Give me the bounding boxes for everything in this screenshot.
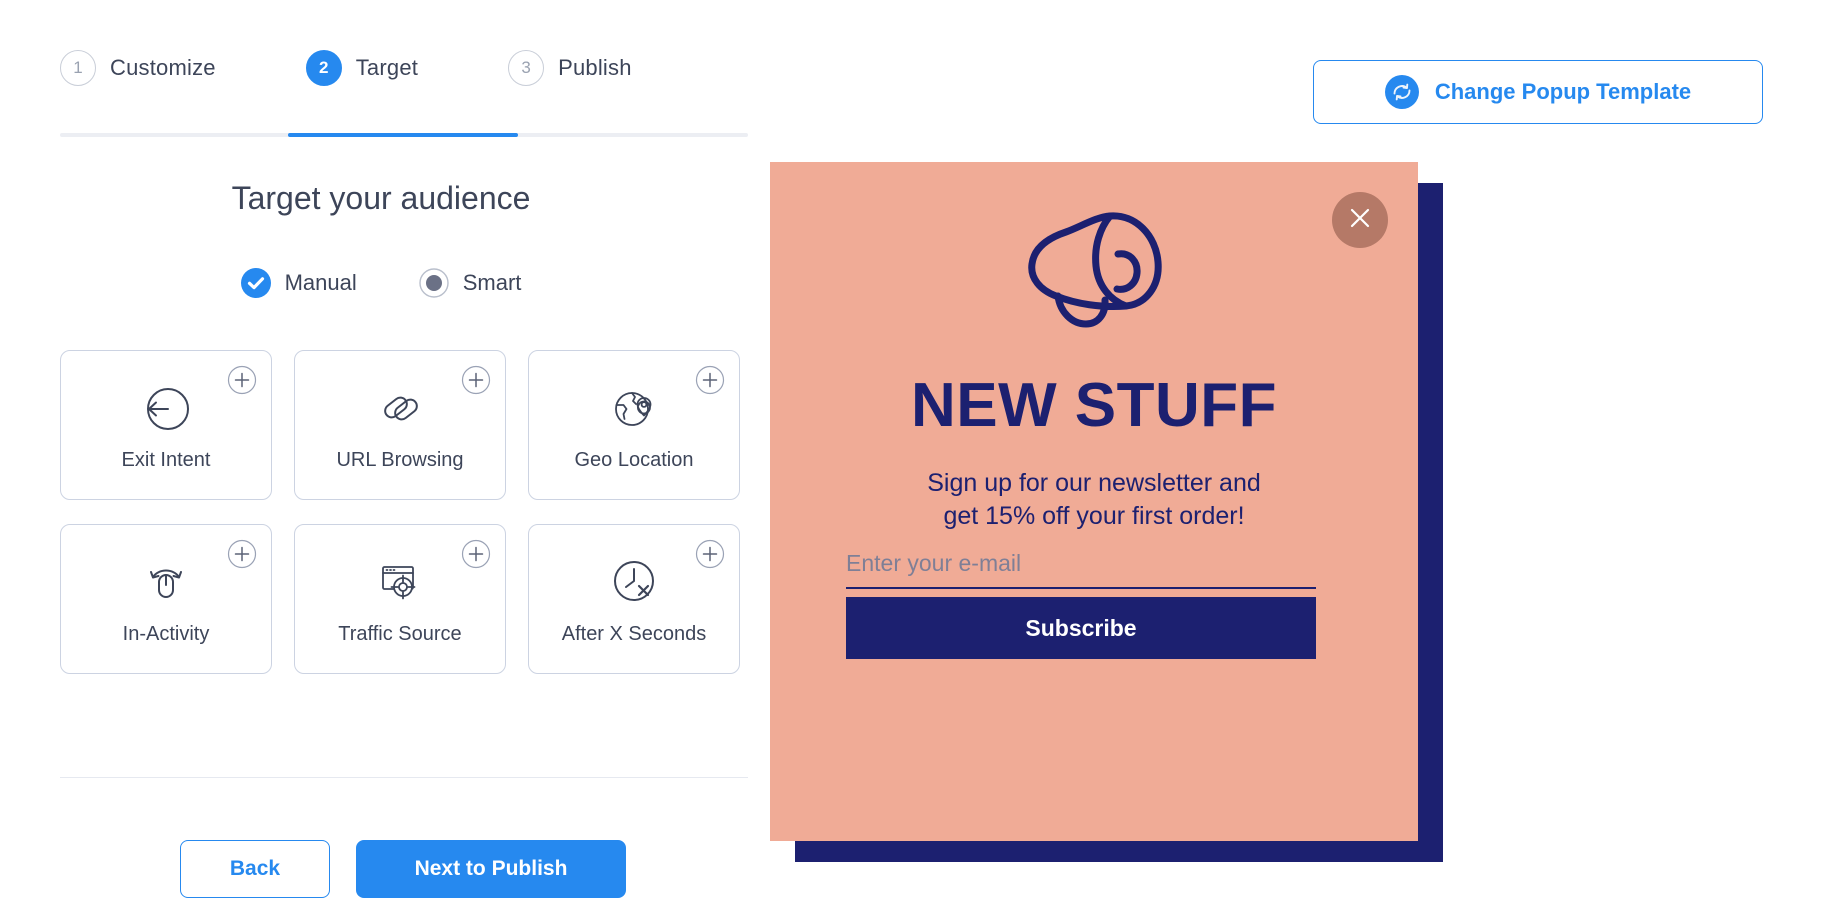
radio-manual-label: Manual <box>284 270 357 295</box>
page-title: Target your audience <box>231 180 531 216</box>
card-exit-intent-label: Exit Intent <box>121 448 211 471</box>
card-in-activity[interactable]: In-Activity <box>60 524 272 674</box>
back-button[interactable]: Back <box>180 840 330 898</box>
radio-dot-icon <box>419 268 449 298</box>
targeting-options-grid: Exit Intent URL Browsing Geo Location In… <box>60 350 750 674</box>
target-settings-panel: 1 Customize 2 Target 3 Publish Target yo… <box>0 0 762 903</box>
radio-manual[interactable]: Manual <box>240 268 357 298</box>
traffic-source-icon <box>372 553 428 609</box>
exit-intent-icon <box>138 379 194 435</box>
step-customize[interactable]: 1 Customize <box>60 50 216 86</box>
card-geo-location[interactable]: Geo Location <box>528 350 740 500</box>
change-popup-template-label: Change Popup Template <box>1434 79 1692 104</box>
popup-builder-screen: 1 Customize 2 Target 3 Publish Target yo… <box>0 0 1838 903</box>
wizard-footer-actions: Back Next to Publish <box>180 840 626 898</box>
plus-circle-icon[interactable] <box>461 365 491 395</box>
card-after-x-seconds-label: After X Seconds <box>561 622 707 645</box>
plus-circle-icon[interactable] <box>227 539 257 569</box>
targeting-mode-group: Manual Smart <box>0 268 762 298</box>
change-popup-template-button[interactable]: Change Popup Template <box>1313 60 1763 124</box>
card-traffic-source[interactable]: Traffic Source <box>294 524 506 674</box>
card-exit-intent[interactable]: Exit Intent <box>60 350 272 500</box>
step-publish-number: 3 <box>508 50 545 86</box>
card-after-x-seconds[interactable]: After X Seconds <box>528 524 740 674</box>
step-target[interactable]: 2 Target <box>305 50 419 86</box>
geo-location-icon <box>606 379 662 435</box>
refresh-icon <box>1384 75 1419 109</box>
step-customize-label: Customize <box>110 55 216 80</box>
footer-divider <box>60 777 748 778</box>
megaphone-icon <box>1014 200 1174 340</box>
clock-x-icon <box>606 553 662 609</box>
popup-heading: NEW STUFF <box>910 371 1278 440</box>
radio-smart-label: Smart <box>462 270 522 295</box>
plus-circle-icon[interactable] <box>695 539 725 569</box>
plus-circle-icon[interactable] <box>461 539 491 569</box>
link-icon <box>372 379 428 435</box>
wizard-stepper: 1 Customize 2 Target 3 Publish <box>60 50 632 86</box>
radio-smart[interactable]: Smart <box>419 268 522 298</box>
popup-close-button[interactable] <box>1332 192 1388 248</box>
email-input[interactable] <box>846 550 1316 577</box>
card-geo-location-label: Geo Location <box>574 448 694 471</box>
stepper-progress-bar <box>288 133 518 137</box>
popup-subtext: Sign up for our newsletter and get 15% o… <box>770 467 1418 532</box>
popup-email-field-wrap <box>846 550 1316 589</box>
next-to-publish-button[interactable]: Next to Publish <box>356 840 626 898</box>
card-traffic-source-label: Traffic Source <box>338 622 462 645</box>
check-circle-icon <box>240 268 271 298</box>
popup-preview: NEW STUFF Sign up for our newsletter and… <box>770 162 1418 841</box>
step-target-label: Target <box>355 55 419 80</box>
card-url-browsing-label: URL Browsing <box>336 448 464 471</box>
close-icon <box>1347 205 1373 236</box>
step-target-number: 2 <box>305 50 342 86</box>
step-customize-number: 1 <box>60 50 96 86</box>
subscribe-button[interactable]: Subscribe <box>846 597 1316 659</box>
popup-subtext-line1: Sign up for our newsletter and <box>927 469 1261 497</box>
plus-circle-icon[interactable] <box>695 365 725 395</box>
popup-subtext-line2: get 15% off your first order! <box>943 501 1245 530</box>
card-url-browsing[interactable]: URL Browsing <box>294 350 506 500</box>
plus-circle-icon[interactable] <box>227 365 257 395</box>
step-publish-label: Publish <box>558 55 632 80</box>
step-publish[interactable]: 3 Publish <box>508 50 632 86</box>
card-in-activity-label: In-Activity <box>122 622 210 645</box>
mouse-icon <box>138 553 194 609</box>
